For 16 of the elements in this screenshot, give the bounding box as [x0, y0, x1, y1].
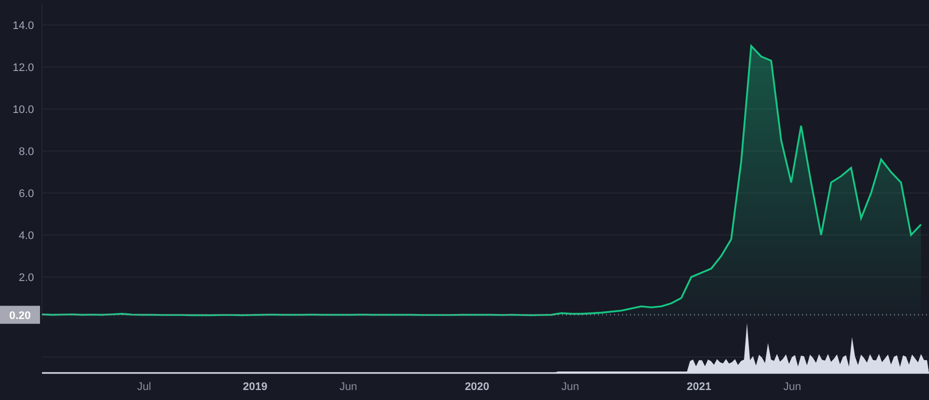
x-axis-label: 2021: [686, 381, 712, 393]
y-axis-label: 14.0: [12, 20, 34, 32]
x-axis-label: Jun: [783, 381, 802, 393]
x-axis-label: Jul: [137, 381, 152, 393]
y-axis-label: 12.0: [12, 62, 34, 74]
x-axis-label: Jun: [561, 381, 580, 393]
y-axis-label: 6.0: [18, 188, 34, 200]
y-axis-label: 4.0: [18, 230, 34, 242]
y-axis-label: 8.0: [18, 146, 34, 158]
x-axis-label: Jun: [339, 381, 358, 393]
price-marker-label: 0.20: [0, 306, 40, 324]
ref-line-label: 0.20: [9, 310, 31, 322]
x-axis-label: 2019: [242, 381, 268, 393]
x-axis-label: 2020: [464, 381, 490, 393]
y-axis-label: 2.0: [18, 272, 34, 284]
y-axis-label: 10.0: [12, 104, 34, 116]
